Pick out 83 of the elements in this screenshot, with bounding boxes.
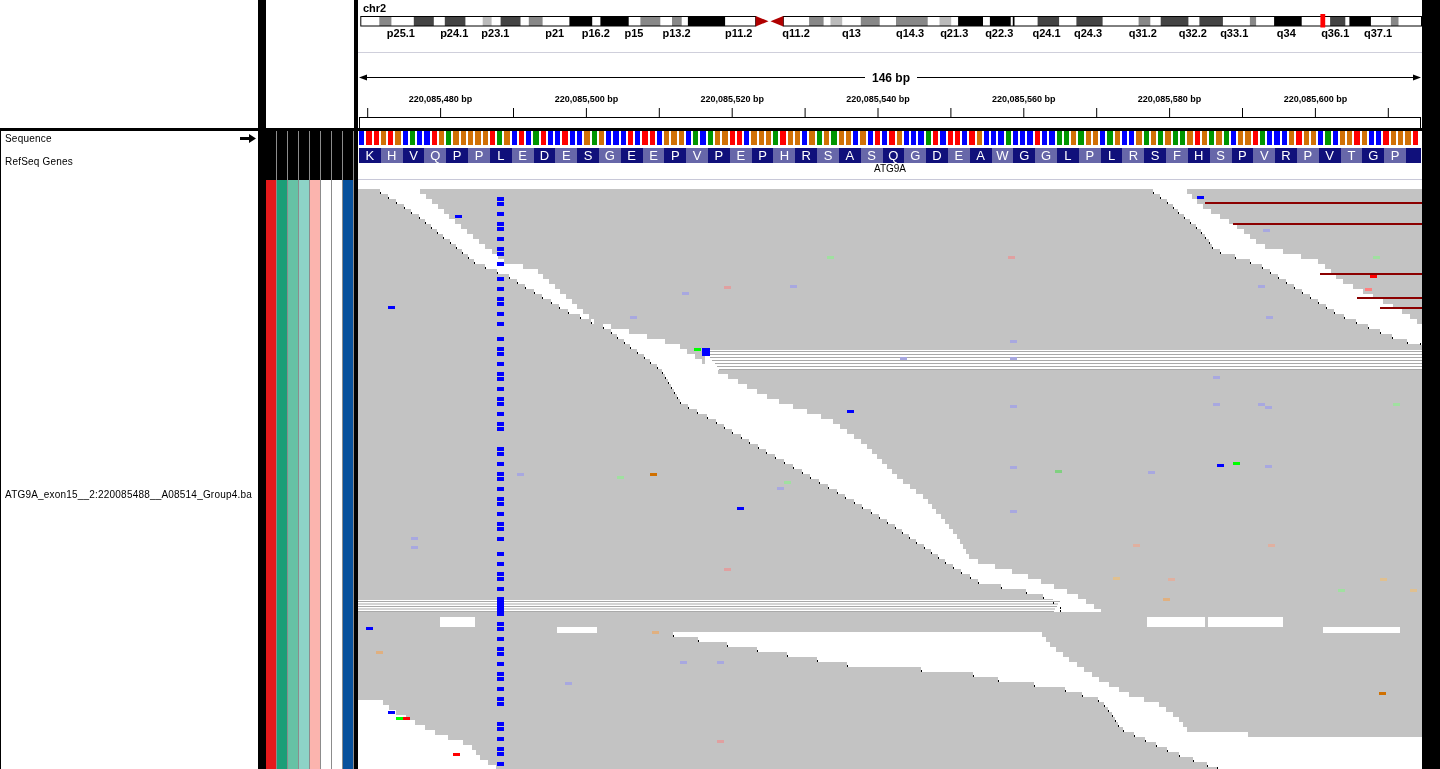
band-label: q32.2 [1178, 27, 1207, 39]
gene-name: ATG9A [873, 164, 906, 174]
track-name: ATG9A_exon15__2:220085488__A08514_Group4.ba [5, 489, 252, 501]
amino-acid: E [642, 148, 665, 163]
band-label: q37.1 [1363, 27, 1393, 39]
track-name: Sequence [5, 133, 52, 145]
amino-acid: S [1209, 148, 1232, 163]
amino-acid: S [1144, 148, 1167, 163]
amino-acid: L [489, 148, 512, 163]
band-label: p23.1 [481, 27, 510, 39]
band-label: p16.2 [581, 27, 610, 39]
amino-acid: P [1384, 148, 1406, 163]
amino-acid: E [947, 148, 970, 163]
amino-acid: E [555, 148, 578, 163]
amino-acid: D [926, 148, 948, 163]
amino-acid: Q [882, 148, 905, 163]
band-label: q14.3 [895, 27, 925, 39]
track-name: RefSeq Genes [5, 156, 73, 168]
position-label: 220,085,520 bp [700, 94, 764, 104]
amino-acid: E [620, 148, 643, 163]
amino-acid: H [773, 148, 796, 163]
amino-acid: T [1340, 148, 1363, 163]
amino-acid: G [1013, 148, 1036, 163]
amino-acid: L [1057, 148, 1079, 163]
position-label: 220,085,540 bp [846, 94, 910, 104]
band-label: p24.1 [440, 27, 469, 39]
amino-acid: R [1122, 148, 1145, 163]
band-label: p21 [545, 27, 565, 39]
band-label: q24.3 [1073, 27, 1103, 39]
amino-acid: E [511, 148, 534, 163]
amino-acid: H [380, 148, 403, 163]
amino-acid: D [533, 148, 556, 163]
band-label: p15 [624, 27, 644, 39]
band-label: q31.2 [1128, 27, 1157, 39]
amino-acid: P [751, 148, 774, 163]
band-label: p13.2 [662, 27, 691, 39]
amino-acid: V [1253, 148, 1276, 163]
amino-acid: E [729, 148, 752, 163]
amino-acid: R [1275, 148, 1297, 163]
amino-acid: H [1187, 148, 1210, 163]
amino-acid: S [577, 148, 599, 163]
amino-acid: P [1078, 148, 1101, 163]
band-label: p25.1 [386, 27, 415, 39]
band-label: q36.1 [1321, 27, 1350, 39]
amino-acid: K [359, 148, 381, 163]
amino-acid: P [446, 148, 469, 163]
band-label: q21.3 [940, 27, 969, 39]
amino-acid: A [969, 148, 992, 163]
amino-acid: P [664, 148, 687, 163]
amino-acid: P [1296, 148, 1319, 163]
position-label: 220,085,560 bp [992, 94, 1056, 104]
amino-acid: G [598, 148, 621, 163]
band-label: q34 [1276, 27, 1296, 39]
band-label: q24.1 [1032, 27, 1061, 39]
amino-acid: R [795, 148, 818, 163]
partial-codon-block [1406, 148, 1421, 163]
band-label: q22.3 [985, 27, 1014, 39]
position-label: 220,085,600 bp [1283, 94, 1348, 104]
band-label: p11.2 [724, 27, 753, 39]
amino-acid: V [686, 148, 708, 163]
amino-acid: S [860, 148, 883, 163]
position-label: 220,085,480 bp [408, 94, 473, 104]
amino-acid: F [1166, 148, 1188, 163]
amino-acid: G [904, 148, 927, 163]
amino-acid: L [1100, 148, 1123, 163]
amino-acid: V [402, 148, 425, 163]
band-label: q33.1 [1220, 27, 1249, 39]
amino-acid: A [838, 148, 861, 163]
position-label: 220,085,580 bp [1137, 94, 1202, 104]
amino-acid: W [991, 148, 1014, 163]
amino-acid: P [468, 148, 490, 163]
amino-acid: P [708, 148, 730, 163]
amino-acid: Q [424, 148, 447, 163]
band-label: q13 [841, 27, 861, 39]
chromosome-name: chr2 [363, 2, 387, 14]
span-label: 146 bp [872, 71, 910, 85]
amino-acid: G [1362, 148, 1385, 163]
position-label: 220,085,500 bp [554, 94, 619, 104]
amino-acid: G [1035, 148, 1057, 163]
band-label: q11.2 [782, 27, 810, 39]
amino-acid: S [817, 148, 839, 163]
amino-acid: V [1318, 148, 1341, 163]
amino-acid: P [1231, 148, 1254, 163]
